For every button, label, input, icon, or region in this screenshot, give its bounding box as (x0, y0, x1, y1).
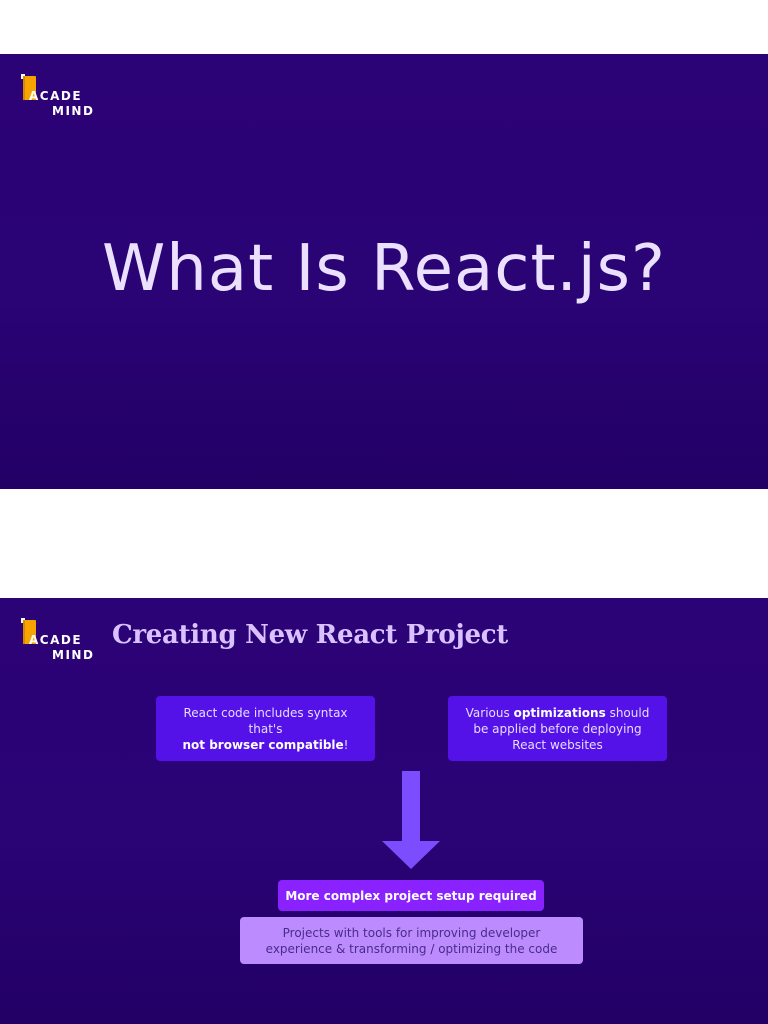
setup-required-label: More complex project setup required (278, 880, 544, 911)
box-left-text-bold: not browser compatible (182, 737, 344, 752)
content-slide: ACADE MIND Creating New React Project Re… (0, 598, 768, 1024)
tooling-description: Projects with tools for improving develo… (240, 917, 583, 964)
box-left-text-pre: React code includes syntax that's (183, 705, 348, 736)
optimizations-text: Various optimizations should be applied … (458, 705, 657, 753)
logo-text-line1: ACADE (29, 633, 83, 647)
academind-logo: ACADE MIND (20, 618, 100, 662)
syntax-compatibility-text: React code includes syntax that's not br… (166, 705, 365, 753)
title-slide: ACADE MIND What Is React.js? (0, 54, 768, 489)
box-right-text-bold: optimizations (513, 705, 606, 720)
logo-text-line2: MIND (52, 648, 95, 662)
slide-heading: Creating New React Project (112, 620, 509, 650)
syntax-compatibility-box: React code includes syntax that's not br… (156, 696, 375, 761)
logo-text-line1: ACADE (29, 89, 83, 103)
arrow-down-icon (382, 771, 440, 869)
slide-title: What Is React.js? (102, 232, 666, 306)
box-left-text-post: ! (343, 737, 349, 752)
optimizations-box: Various optimizations should be applied … (448, 696, 667, 761)
academind-logo: ACADE MIND (20, 74, 100, 118)
box-right-text-pre: Various (465, 705, 514, 720)
logo-text-line2: MIND (52, 104, 95, 118)
